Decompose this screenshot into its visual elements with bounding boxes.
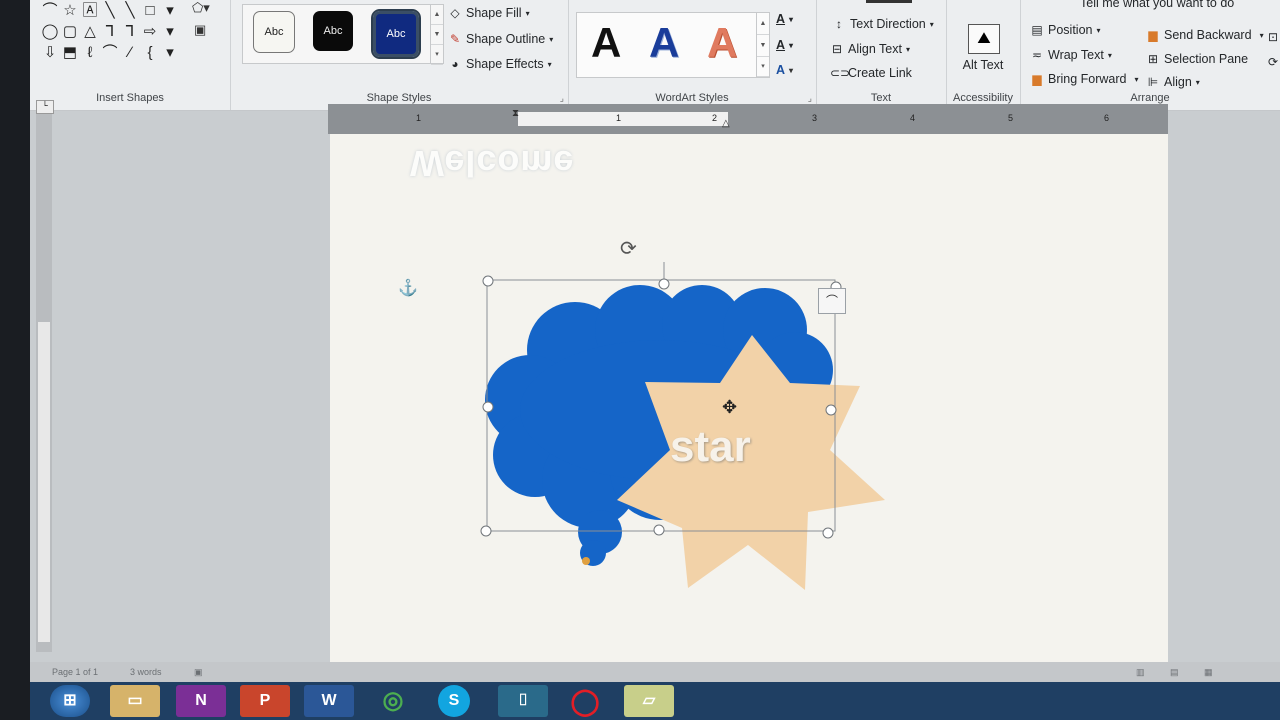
onenote-icon[interactable]: N: [176, 685, 226, 717]
move-cursor-icon: ✥: [722, 397, 738, 417]
layout-options-button[interactable]: ⌒: [818, 288, 846, 314]
status-bar: Page 1 of 1 3 words ▣ ▥ ▤ ▦: [30, 662, 1280, 684]
web-layout-icon[interactable]: ▦: [1204, 667, 1213, 678]
chrome-icon[interactable]: ◎: [368, 685, 418, 717]
shapes-canvas: [480, 262, 885, 590]
star-shape-text[interactable]: star: [670, 422, 751, 472]
word-icon[interactable]: W: [304, 685, 354, 717]
file-explorer-icon[interactable]: ▭: [110, 685, 160, 717]
opera-icon[interactable]: ◯: [560, 685, 610, 717]
taskbar: ⊞ ▭ N P W ◎ S ⌷ ◯ ▱: [30, 682, 1280, 720]
skype-icon[interactable]: S: [438, 685, 470, 717]
app-icon[interactable]: ⌷: [498, 685, 548, 717]
powerpoint-icon[interactable]: P: [240, 685, 290, 717]
screen: ⌒ ☆ 🄰 ╲ ╲ □ ▾ ◯ ▢ △ ⅂ ⅂ ⇨ ▾ ⇩ ⬒ ℓ ⌒ ∕ {: [30, 0, 1280, 685]
layout-options-icon: ⌒: [825, 294, 838, 308]
windows-start-icon[interactable]: ⊞: [50, 685, 90, 717]
anchor-icon: ⚓: [398, 280, 418, 297]
word-count[interactable]: 3 words: [130, 667, 162, 677]
print-layout-icon[interactable]: ▤: [1170, 667, 1179, 678]
sticky-notes-icon[interactable]: ▱: [624, 685, 674, 717]
proofing-icon[interactable]: ▣: [194, 667, 203, 678]
read-mode-icon[interactable]: ▥: [1136, 667, 1145, 678]
page-count[interactable]: Page 1 of 1: [52, 667, 98, 677]
rotate-handle-icon[interactable]: ⟳: [620, 236, 637, 261]
